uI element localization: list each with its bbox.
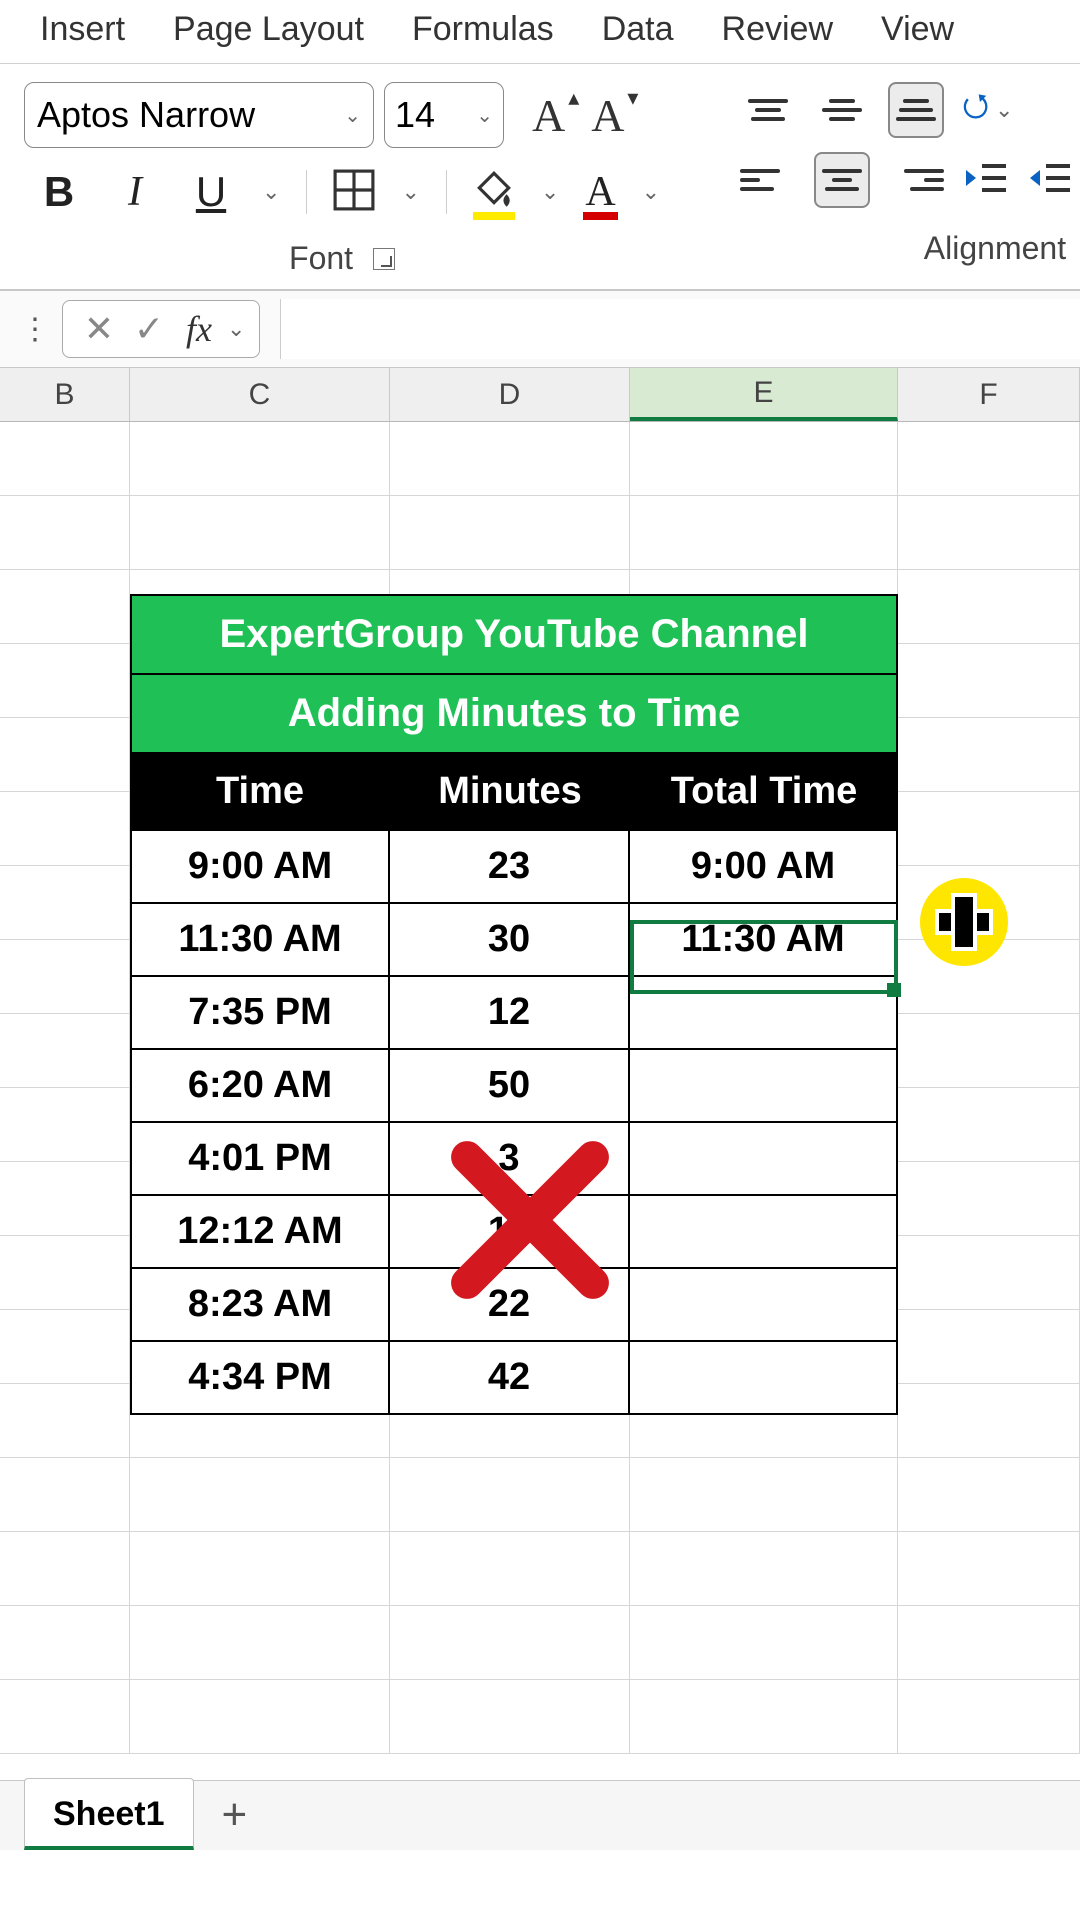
chevron-down-icon: ⌄ — [476, 103, 493, 128]
formula-input[interactable] — [280, 299, 1080, 359]
cell-time[interactable]: 4:01 PM — [130, 1123, 390, 1196]
cursor-icon — [920, 878, 1008, 966]
cell-time[interactable]: 7:35 PM — [130, 977, 390, 1050]
font-dialog-launcher-icon[interactable] — [373, 248, 395, 270]
cell-time[interactable]: 9:00 AM — [130, 829, 390, 904]
status-bar — [0, 1850, 1080, 1920]
cell-minutes[interactable]: 30 — [390, 904, 630, 977]
tab-data[interactable]: Data — [602, 10, 674, 49]
cell-total[interactable] — [630, 977, 898, 1050]
table-subtitle: Adding Minutes to Time — [130, 675, 898, 754]
middle-align-button[interactable] — [814, 82, 870, 138]
table-row[interactable]: 9:00 AM 23 9:00 AM — [130, 829, 898, 904]
column-header-B[interactable]: B — [0, 368, 130, 421]
font-name-select[interactable]: Aptos Narrow ⌄ — [24, 82, 374, 148]
bottom-align-button[interactable] — [888, 82, 944, 138]
sheet-tab-bar: Sheet1 + — [0, 1780, 1080, 1850]
tab-page-layout[interactable]: Page Layout — [173, 10, 364, 49]
alignment-group: ⭯ ⌄ — [740, 82, 1072, 289]
chevron-down-icon: ⌄ — [344, 103, 361, 128]
font-group-label: Font — [289, 240, 353, 277]
header-minutes: Minutes — [390, 754, 630, 829]
header-total: Total Time — [630, 754, 898, 829]
separator — [446, 170, 447, 214]
cell-time[interactable]: 12:12 AM — [130, 1196, 390, 1269]
font-name-value: Aptos Narrow — [37, 94, 255, 136]
enter-button[interactable]: ✓ — [127, 307, 171, 351]
column-headers: B C D E F — [0, 368, 1080, 422]
cell-total[interactable] — [630, 1050, 898, 1123]
column-header-F[interactable]: F — [898, 368, 1080, 421]
drag-handle-icon[interactable]: ⋮ — [20, 312, 52, 347]
ribbon-tab-strip: Insert Page Layout Formulas Data Review … — [0, 0, 1080, 64]
tab-review[interactable]: Review — [722, 10, 833, 49]
cell-total[interactable] — [630, 1342, 898, 1415]
separator — [306, 170, 307, 214]
cell-time[interactable]: 11:30 AM — [130, 904, 390, 977]
font-size-value: 14 — [395, 94, 435, 136]
formula-bar: ⋮ ✕ ✓ fx ⌄ — [0, 290, 1080, 368]
cell-total[interactable] — [630, 1123, 898, 1196]
cell-total[interactable]: 9:00 AM — [630, 829, 898, 904]
cell-total[interactable] — [630, 1196, 898, 1269]
tab-formulas[interactable]: Formulas — [412, 10, 554, 49]
chevron-down-icon[interactable]: ⌄ — [642, 179, 660, 205]
italic-button[interactable]: I — [110, 168, 160, 216]
cell-time[interactable]: 6:20 AM — [130, 1050, 390, 1123]
add-sheet-button[interactable]: + — [222, 1790, 248, 1850]
align-left-button[interactable] — [740, 152, 796, 208]
decrease-font-size-button[interactable]: A▾ — [591, 89, 624, 142]
font-color-button[interactable]: A — [585, 168, 615, 216]
column-header-E[interactable]: E — [630, 368, 898, 421]
table-title: ExpertGroup YouTube Channel — [130, 594, 898, 675]
chevron-down-icon[interactable]: ⌄ — [541, 179, 559, 205]
table-row[interactable]: 11:30 AM 30 11:30 AM — [130, 904, 898, 977]
spreadsheet-grid[interactable]: // left intentionally empty; grid rows g… — [0, 422, 1080, 1792]
alignment-group-label: Alignment — [924, 230, 1066, 267]
underline-button[interactable]: U — [186, 168, 236, 216]
table-header-row: Time Minutes Total Time — [130, 754, 898, 829]
cell-total[interactable]: 11:30 AM — [630, 904, 898, 977]
header-time: Time — [130, 754, 390, 829]
chevron-down-icon[interactable]: ⌄ — [401, 179, 419, 205]
orientation-icon: ⭯ — [962, 83, 989, 137]
align-right-button[interactable] — [888, 152, 944, 208]
borders-button[interactable] — [333, 169, 375, 216]
chevron-down-icon[interactable]: ⌄ — [227, 316, 245, 342]
font-group: Aptos Narrow ⌄ 14 ⌄ A▴ A▾ B I U ⌄ — [24, 82, 660, 289]
cell-time[interactable]: 8:23 AM — [130, 1269, 390, 1342]
orientation-button[interactable]: ⭯ ⌄ — [962, 83, 1013, 137]
cell-minutes[interactable]: 23 — [390, 829, 630, 904]
cell-minutes[interactable]: 12 — [390, 977, 630, 1050]
tab-insert[interactable]: Insert — [40, 10, 125, 49]
top-align-button[interactable] — [740, 82, 796, 138]
cell-minutes[interactable]: 42 — [390, 1342, 630, 1415]
sheet-tab[interactable]: Sheet1 — [24, 1778, 194, 1850]
cancel-button[interactable]: ✕ — [77, 307, 121, 351]
font-size-select[interactable]: 14 ⌄ — [384, 82, 504, 148]
increase-indent-button[interactable] — [1026, 158, 1072, 203]
decrease-indent-button[interactable] — [962, 158, 1008, 203]
align-center-button[interactable] — [814, 152, 870, 208]
increase-font-size-button[interactable]: A▴ — [532, 89, 565, 142]
fill-color-button[interactable] — [473, 169, 515, 216]
formula-bar-controls: ✕ ✓ fx ⌄ — [62, 300, 260, 358]
tab-view[interactable]: View — [881, 10, 954, 49]
cell-total[interactable] — [630, 1269, 898, 1342]
annotation-x-icon — [420, 1110, 640, 1330]
chevron-down-icon: ⌄ — [995, 97, 1013, 123]
column-header-C[interactable]: C — [130, 368, 390, 421]
table-row[interactable]: 7:35 PM 12 — [130, 977, 898, 1050]
bold-button[interactable]: B — [34, 168, 84, 216]
cell-time[interactable]: 4:34 PM — [130, 1342, 390, 1415]
table-row[interactable]: 4:34 PM 42 — [130, 1342, 898, 1415]
column-header-D[interactable]: D — [390, 368, 630, 421]
chevron-down-icon[interactable]: ⌄ — [262, 179, 280, 205]
ribbon: Aptos Narrow ⌄ 14 ⌄ A▴ A▾ B I U ⌄ — [0, 64, 1080, 290]
insert-function-button[interactable]: fx — [177, 307, 221, 351]
